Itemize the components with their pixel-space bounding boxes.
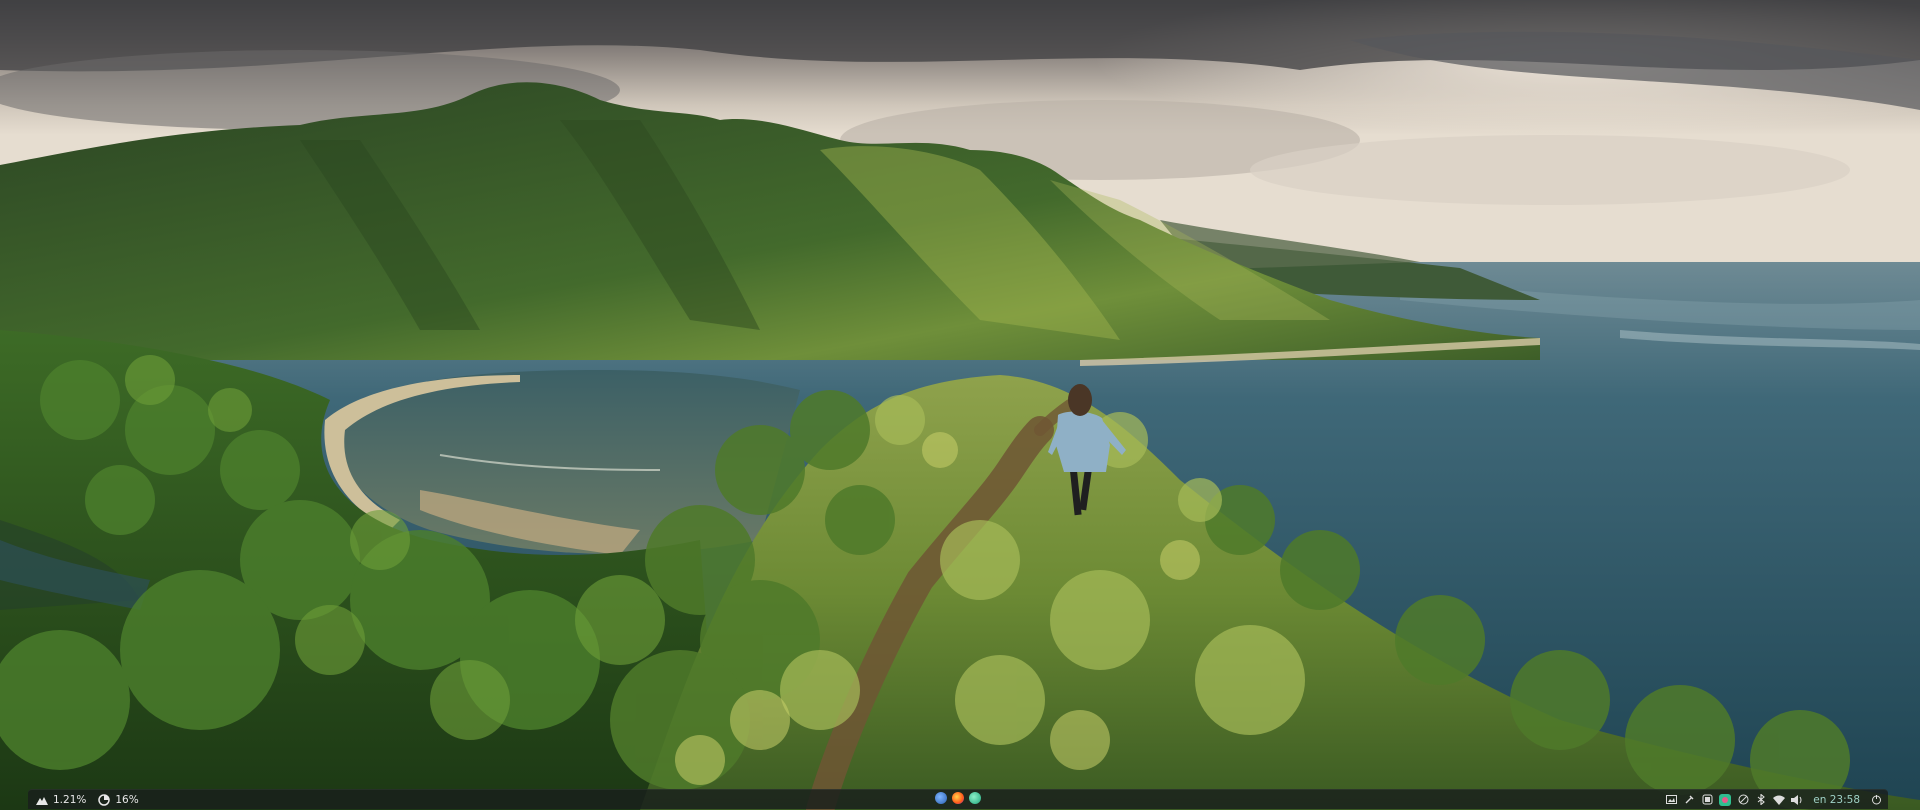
system-tray: en 23:58: [1665, 793, 1888, 806]
vpn-icon[interactable]: [1737, 794, 1749, 806]
memory-usage-value: 16%: [115, 793, 139, 806]
memory-widget[interactable]: 16%: [94, 791, 142, 809]
firefox-icon[interactable]: [952, 792, 964, 804]
panel-left-widgets: 1.21% 16%: [28, 791, 143, 809]
desktop-wallpaper: [0, 0, 1920, 810]
clock-time: 23:58: [1829, 793, 1860, 806]
running-apps: [935, 792, 981, 804]
keyboard-layout: en: [1813, 793, 1827, 806]
chat-app-icon[interactable]: [969, 792, 981, 804]
clock[interactable]: en 23:58: [1809, 794, 1864, 806]
cpu-widget[interactable]: 1.21%: [32, 791, 90, 809]
power-icon[interactable]: [1870, 794, 1882, 806]
cpu-mountain-icon: [36, 796, 48, 805]
app-indicator-icon[interactable]: [1701, 794, 1713, 806]
bottom-panel: 1.21% 16% en 23:58: [28, 789, 1888, 809]
memory-pie-icon: [98, 793, 111, 806]
screenshot-icon[interactable]: [1665, 794, 1677, 806]
cpu-usage-value: 1.21%: [53, 793, 87, 806]
volume-icon[interactable]: [1791, 794, 1803, 806]
wifi-icon[interactable]: [1773, 794, 1786, 806]
firefox-alt-icon[interactable]: [935, 792, 947, 804]
teal-app-icon[interactable]: [1719, 793, 1732, 806]
tool-icon[interactable]: [1683, 794, 1695, 806]
bluetooth-icon[interactable]: [1755, 794, 1767, 806]
